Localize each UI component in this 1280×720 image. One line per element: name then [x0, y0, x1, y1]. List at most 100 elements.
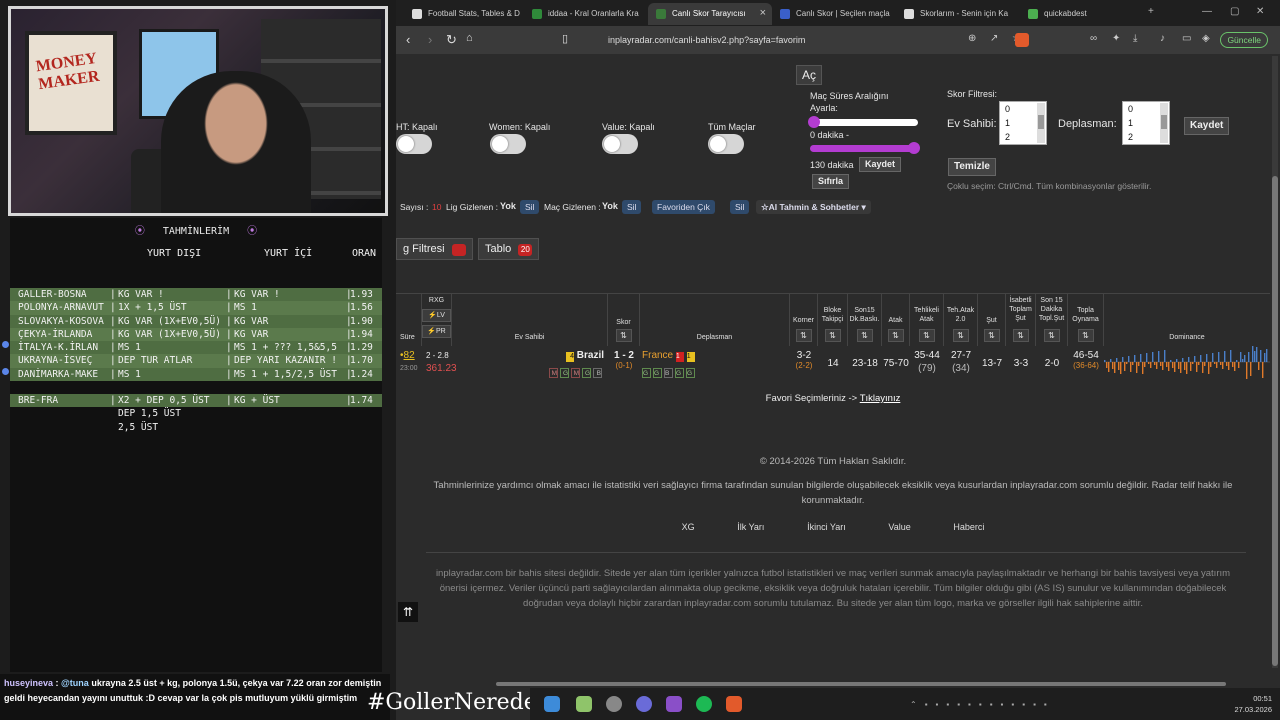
bookmark-icon[interactable]: ▯	[562, 32, 568, 45]
remove-favorite-chip[interactable]: Favoriden Çık	[652, 200, 715, 214]
scroll-thumb[interactable]	[1272, 176, 1278, 666]
horizontal-scrollbar[interactable]	[396, 680, 1280, 688]
max-time-slider[interactable]	[810, 142, 920, 154]
extensions-icon[interactable]: ✦	[1112, 33, 1124, 45]
update-button[interactable]: Güncelle	[1220, 32, 1268, 48]
browser-tab[interactable]: Canlı Skor Tarayıcısı ×	[648, 3, 772, 25]
home-list-scrollbar[interactable]	[1037, 103, 1045, 143]
wallet-icon[interactable]: ◈	[1202, 33, 1214, 45]
system-clock[interactable]: 00:51 27.03.2026	[1234, 693, 1272, 715]
women-toggle[interactable]	[490, 134, 526, 154]
zoom-icon[interactable]: ⊕	[968, 33, 980, 45]
fav-link[interactable]: Tıklayınız	[860, 393, 901, 404]
link-first-half[interactable]: İlk Yarı	[737, 520, 764, 535]
header-sure[interactable]: Süre	[396, 294, 422, 346]
scroll-top-button[interactable]: ⇈	[398, 602, 418, 622]
delete-match-chip[interactable]: Sil	[622, 200, 642, 214]
close-tab-icon[interactable]: ×	[760, 7, 766, 19]
browser-tab[interactable]: Skorlarım - Senin için Ka	[896, 3, 1020, 25]
header-isabetli[interactable]: İsabetli Toplam Şut ⇅	[1006, 294, 1036, 346]
delete-league-chip[interactable]: Sil	[520, 200, 540, 214]
all-matches-toggle[interactable]	[708, 134, 744, 154]
twitch-icon[interactable]	[666, 696, 682, 712]
sort-korner-icon[interactable]: ⇅	[795, 329, 812, 342]
tray-icons[interactable]: ⌃▪▪▪▪▪▪▪▪▪▪▪▪	[910, 700, 1055, 709]
value-toggle[interactable]	[602, 134, 638, 154]
link-xg[interactable]: XG	[682, 520, 695, 535]
time-save-button[interactable]: Kaydet	[859, 157, 902, 172]
sort-son15sut-icon[interactable]: ⇅	[1043, 329, 1060, 342]
away-team-cell[interactable]: France 1 1GGBGG	[642, 350, 762, 378]
header-rxg[interactable]: RXG ⚡LV ⚡PR	[422, 294, 452, 346]
score-clear-button[interactable]: Temizle	[948, 158, 996, 176]
hscroll-thumb[interactable]	[496, 682, 1226, 686]
app-paint-icon[interactable]	[576, 696, 592, 712]
header-bloke[interactable]: Bloke Takipçi ⇅	[818, 294, 848, 346]
sort-son15-icon[interactable]: ⇅	[856, 329, 873, 342]
pr-button[interactable]: ⚡PR	[422, 325, 451, 338]
home-score-list[interactable]: 0 1 2	[999, 101, 1047, 145]
music-icon[interactable]: ♪	[1160, 33, 1172, 45]
ht-toggle[interactable]	[396, 134, 432, 154]
vertical-scrollbar[interactable]	[1272, 56, 1278, 668]
sort-bloke-icon[interactable]: ⇅	[824, 329, 841, 342]
sort-sut-icon[interactable]: ⇅	[983, 329, 1000, 342]
header-sut[interactable]: Şut ⇅	[978, 294, 1006, 346]
url-field[interactable]: inplayradar.com/canli-bahisv2.php?sayfa=…	[584, 32, 1004, 49]
close-window-icon[interactable]: ✕	[1256, 6, 1264, 17]
link-news[interactable]: Haberci	[953, 520, 984, 535]
forward-icon[interactable]: ›	[428, 32, 432, 47]
spotify-icon[interactable]	[696, 696, 712, 712]
header-tehatak[interactable]: Teh.Atak 2.0 ⇅	[944, 294, 978, 346]
sort-topla-icon[interactable]: ⇅	[1077, 329, 1094, 342]
share-icon[interactable]: ↗	[990, 33, 1002, 45]
link-second-half[interactable]: İkinci Yarı	[807, 520, 846, 535]
translate-icon[interactable]: ∞	[1090, 33, 1102, 45]
header-away[interactable]: Deplasman	[640, 294, 790, 346]
obs-icon[interactable]	[606, 696, 622, 712]
ai-menu-chip[interactable]: ☆AI Tahmin & Sohbetler ▾	[756, 200, 871, 214]
lv-button[interactable]: ⚡LV	[422, 309, 451, 322]
browser-tab[interactable]: iddaa - Kral Oranlarla Kra	[524, 3, 648, 25]
back-icon[interactable]: ‹	[406, 32, 410, 47]
start-icon[interactable]	[544, 696, 560, 712]
home-icon[interactable]: ⌂	[466, 32, 473, 44]
score-save-button[interactable]: Kaydet	[1184, 117, 1230, 135]
open-button[interactable]: Aç	[796, 65, 822, 85]
sort-isabetli-icon[interactable]: ⇅	[1012, 329, 1029, 342]
header-topla[interactable]: Topla Oynama ⇅	[1068, 294, 1104, 346]
delete-fav-chip[interactable]: Sil	[730, 200, 750, 214]
discord-icon[interactable]	[636, 696, 652, 712]
header-tehlikeli[interactable]: Tehlikeli Atak ⇅	[910, 294, 944, 346]
header-korner[interactable]: Korner ⇅	[790, 294, 818, 346]
away-score-list[interactable]: 0 1 2	[1122, 101, 1170, 145]
header-son15sut[interactable]: Son 15 Dakika Topl.Şut ⇅	[1036, 294, 1068, 346]
header-son15[interactable]: Son15 Dk.Baskı. ⇅	[848, 294, 882, 346]
league-filter-button[interactable]: g Filtresi	[396, 238, 473, 260]
maximize-icon[interactable]: ▢	[1230, 6, 1239, 17]
min-time-slider[interactable]	[808, 116, 918, 128]
download-icon[interactable]: ⤓	[1133, 33, 1145, 45]
header-atak[interactable]: Atak ⇅	[882, 294, 910, 346]
home-team-cell[interactable]: 4 Brazil M G M G B	[516, 350, 608, 378]
browser-tab[interactable]: quickabdest	[1020, 3, 1144, 25]
sidebar-icon[interactable]: ▭	[1182, 33, 1194, 45]
min-knob[interactable]	[808, 116, 820, 128]
table-button[interactable]: Tablo 20	[478, 238, 540, 260]
brave-icon[interactable]	[726, 696, 742, 712]
sort-tehlikeli-icon[interactable]: ⇅	[918, 329, 935, 342]
away-list-scrollbar[interactable]	[1160, 103, 1168, 143]
max-knob[interactable]	[908, 142, 920, 154]
reload-icon[interactable]: ↻	[446, 32, 457, 48]
time-reset-button[interactable]: Sıfırla	[812, 174, 850, 189]
link-value[interactable]: Value	[888, 520, 910, 535]
browser-tab[interactable]: Football Stats, Tables & D	[404, 3, 528, 25]
minimize-icon[interactable]: —	[1202, 6, 1212, 17]
new-tab-icon[interactable]: +	[1148, 6, 1154, 17]
sort-score-icon[interactable]: ⇅	[615, 329, 632, 342]
header-home[interactable]: Ev Sahibi	[452, 294, 608, 346]
browser-tab[interactable]: Canlı Skor | Seçilen maçla	[772, 3, 896, 25]
sort-tehatak-icon[interactable]: ⇅	[952, 329, 969, 342]
header-score[interactable]: Skor ⇅	[608, 294, 640, 346]
sort-atak-icon[interactable]: ⇅	[887, 329, 904, 342]
